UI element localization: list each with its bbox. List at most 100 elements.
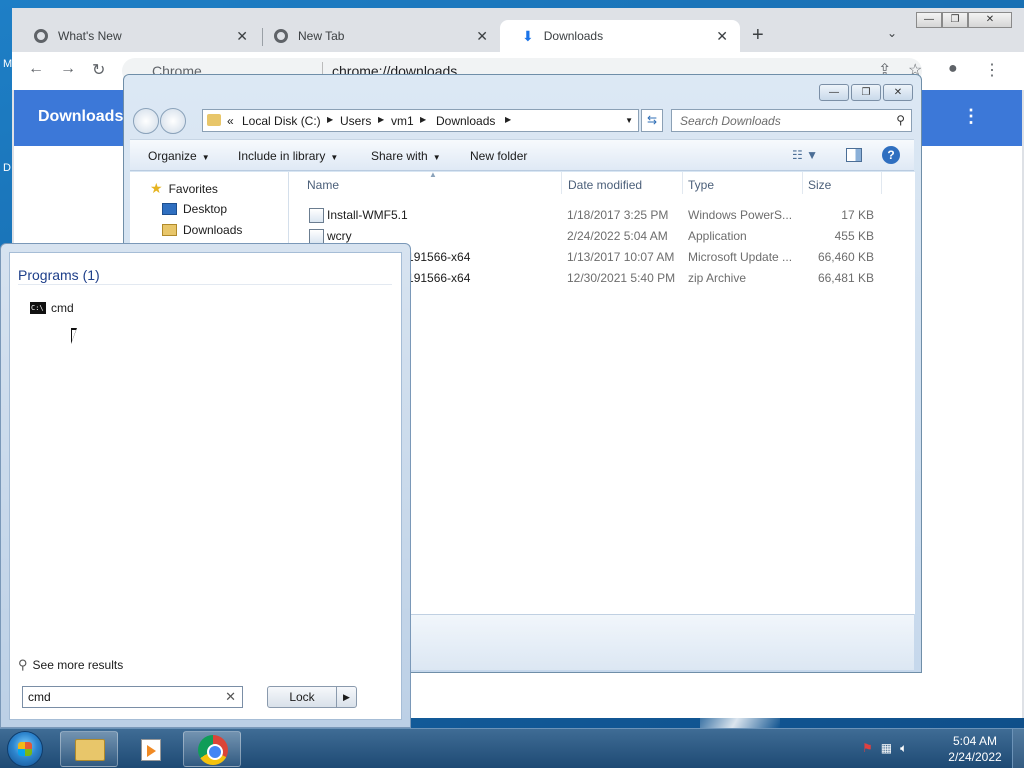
forward-button[interactable]: → [60,60,76,78]
breadcrumb-item[interactable]: Downloads [436,114,495,128]
file-date: 2/24/2022 5:04 AM [567,229,668,243]
tab-label: New Tab [298,29,345,43]
close-tab-icon[interactable]: ✕ [716,28,728,45]
chevron-right-icon[interactable]: ▶ [378,115,384,124]
reload-button[interactable]: ↻ [92,60,105,80]
column-header-date[interactable]: Date modified [568,178,642,192]
back-button[interactable] [133,108,159,134]
restore-button[interactable]: ❐ [942,12,968,28]
show-desktop-button[interactable] [1012,729,1024,768]
restore-button[interactable]: ❐ [851,84,881,101]
chrome-favicon-icon [34,29,48,43]
chrome-favicon-icon [274,29,288,43]
downloads-menu-icon[interactable]: ⋮ [962,106,980,127]
tab-label: Downloads [543,29,604,43]
file-type: zip Archive [688,271,747,285]
lock-button[interactable]: Lock ▶ [267,686,357,708]
tab-search-button[interactable]: ⌄ [887,26,897,40]
star-icon: ★ [150,180,163,196]
taskbar-media-player-button[interactable] [120,731,178,767]
nav-item-downloads[interactable]: Downloads [162,223,242,237]
search-input[interactable]: Search Downloads ⚲ [671,109,912,132]
refresh-button[interactable]: ⇆ [641,109,663,132]
close-tab-icon[interactable]: ✕ [236,28,248,45]
breadcrumb-item[interactable]: Local Disk (C:) [242,114,321,128]
file-row[interactable]: Install-WMF5.1 1/18/2017 3:25 PM Windows… [289,205,915,225]
clock-time: 5:04 AM [952,734,998,748]
column-header-name[interactable]: Name [307,178,339,192]
breadcrumb[interactable]: « Local Disk (C:) ▶ Users ▶ vm1 ▶ Downlo… [202,109,639,132]
desktop-icon [162,203,177,215]
start-search-input[interactable]: cmd ✕ [22,686,243,708]
breadcrumb-item[interactable]: Users [340,114,371,128]
clear-search-icon[interactable]: ✕ [225,689,236,705]
breadcrumb-overflow[interactable]: « [227,114,234,128]
chevron-down-icon: ▼ [201,153,210,162]
minimize-button[interactable]: — [916,12,942,28]
divider [18,284,392,285]
action-center-icon[interactable]: ⚑ [862,741,873,756]
forward-button[interactable] [160,108,186,134]
taskbar-explorer-button[interactable] [60,731,118,767]
search-results-panel: Programs (1) C:\ cmd ⚲ See more results [9,252,402,720]
minimize-button[interactable]: — [819,84,849,101]
sort-ascending-icon: ▲ [429,170,437,179]
nav-item-desktop[interactable]: Desktop [162,202,227,216]
chevron-down-icon: ▼ [330,153,339,162]
tab-whats-new[interactable]: What's New ✕ [12,20,260,52]
new-folder-button[interactable]: New folder [470,149,527,163]
share-with-button[interactable]: Share with ▼ [371,149,441,163]
chevron-right-icon[interactable]: ▶ [420,115,426,124]
see-more-results-link[interactable]: ⚲ See more results [18,657,123,673]
breadcrumb-item[interactable]: vm1 [391,114,414,128]
column-divider[interactable] [802,172,803,194]
share-label: Share with [371,149,428,163]
chevron-right-icon[interactable]: ▶ [505,115,511,124]
file-size: 17 KB [841,208,874,222]
media-player-icon [141,739,161,761]
search-value: cmd [28,690,51,704]
chrome-menu-icon[interactable]: ⋮ [984,60,1000,80]
tab-downloads[interactable]: ⬇ Downloads ✕ [500,20,740,52]
file-date: 12/30/2021 5:40 PM [567,271,676,285]
nav-favorites[interactable]: ★ Favorites [150,180,218,197]
file-name: Install-WMF5.1 [327,208,408,222]
chevron-right-icon[interactable]: ▶ [327,115,333,124]
folder-icon [207,114,221,126]
column-divider[interactable] [682,172,683,194]
clock[interactable]: 5:04 AM 2/24/2022 [945,733,1005,765]
column-header-type[interactable]: Type [688,178,714,192]
chevron-down-icon[interactable]: ▼ [625,116,633,125]
nav-label: Favorites [168,181,218,196]
view-options-icon[interactable]: ☷ ▼ [792,148,818,162]
include-in-library-button[interactable]: Include in library ▼ [238,149,338,163]
taskbar-chrome-button[interactable] [183,731,241,767]
desktop-icon-label: D [3,162,11,174]
taskbar: ⚑ ▦ 🔈︎ 5:04 AM 2/24/2022 [0,728,1024,768]
command-bar: Organize ▼ Include in library ▼ Share with… [130,139,914,171]
volume-icon[interactable]: 🔈︎ [900,741,907,756]
help-icon[interactable]: ? [882,146,900,164]
column-divider[interactable] [881,172,882,194]
network-icon[interactable]: ▦ [881,741,892,756]
file-type: Windows PowerS... [688,208,793,222]
preview-pane-icon[interactable] [846,148,862,162]
search-icon[interactable]: ⚲ [896,113,905,127]
file-type: Microsoft Update ... [688,250,793,264]
file-size: 66,460 KB [817,250,874,264]
column-divider[interactable] [561,172,562,194]
power-options-arrow-icon[interactable]: ▶ [336,687,356,707]
profile-icon[interactable]: ● [948,60,958,78]
close-button[interactable]: ✕ [968,12,1012,28]
close-tab-icon[interactable]: ✕ [476,28,488,45]
new-tab-button[interactable]: + [752,24,764,47]
program-result-cmd[interactable]: C:\ cmd [30,301,74,315]
back-button[interactable]: ← [28,60,44,78]
tab-new-tab[interactable]: New Tab ✕ [252,20,500,52]
organize-button[interactable]: Organize ▼ [148,149,210,163]
folder-icon [75,739,105,761]
close-button[interactable]: ✕ [883,84,913,101]
start-button[interactable] [7,731,43,767]
column-header-size[interactable]: Size [808,178,831,192]
file-date: 1/18/2017 3:25 PM [567,208,669,222]
